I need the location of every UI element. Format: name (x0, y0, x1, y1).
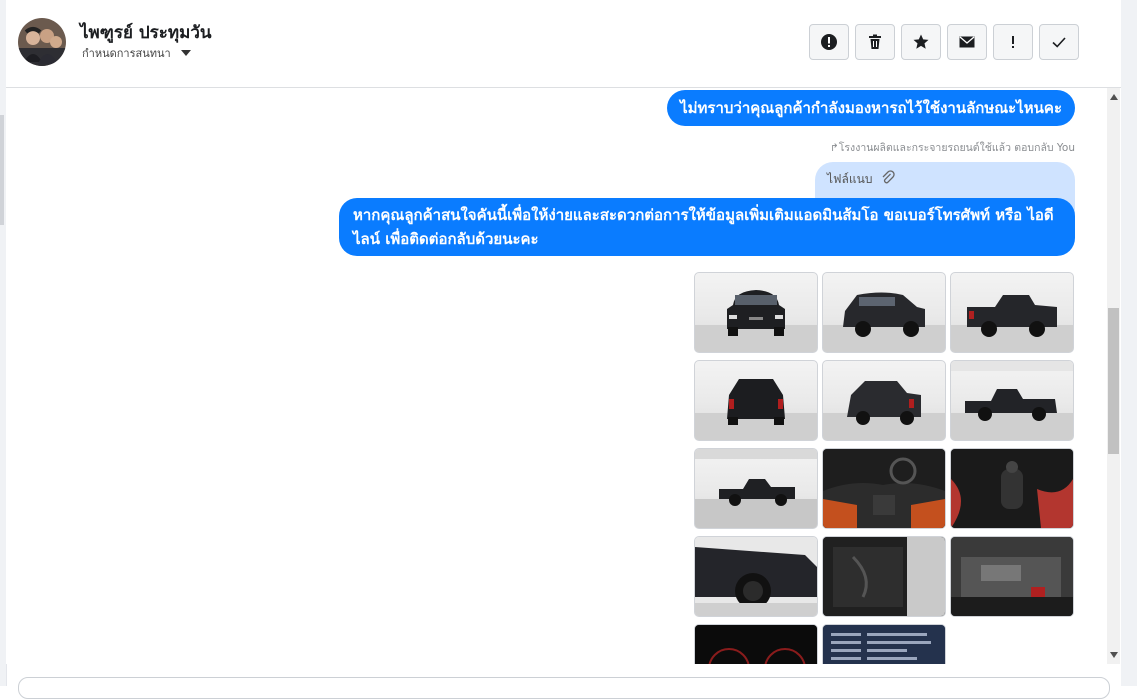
photo-thumbnail[interactable] (694, 624, 818, 664)
message-thread[interactable]: ไม่ทราบว่าคุณลูกค้ากำลังมองหารถไว้ใช้งาน… (6, 88, 1105, 664)
photo-thumbnail[interactable] (694, 536, 818, 617)
photo-thumbnail[interactable] (822, 272, 946, 353)
photo-thumbnail[interactable] (950, 360, 1074, 441)
scroll-down-icon[interactable] (1110, 652, 1118, 658)
message-composer[interactable] (18, 677, 1110, 699)
left-scroll-mark (0, 115, 4, 225)
photo-thumbnail[interactable] (950, 272, 1074, 353)
conversation-header: ไพฑูรย์ ประทุมวัน กำหนดการสนทนา (6, 0, 1121, 88)
exclamation-icon (1012, 36, 1014, 48)
scrollbar-thumb[interactable] (1108, 308, 1119, 454)
attachment-label: ไฟล์แนบ (827, 172, 873, 186)
photo-thumbnail[interactable] (822, 360, 946, 441)
contact-name: ไพฑูรย์ ประทุมวัน (80, 23, 212, 43)
paperclip-icon (882, 170, 896, 184)
thread-scrollbar[interactable] (1107, 88, 1120, 664)
message-bubble[interactable]: หากคุณลูกค้าสนใจคันนี้เพื่อให้ง่ายและสะด… (339, 198, 1075, 256)
avatar[interactable] (18, 18, 66, 66)
photo-thumbnail[interactable] (694, 448, 818, 529)
conversation-setting-dropdown[interactable]: กำหนดการสนทนา (82, 44, 191, 62)
message-bubble[interactable]: ไม่ทราบว่าคุณลูกค้ากำลังมองหารถไว้ใช้งาน… (667, 90, 1075, 126)
mark-done-button[interactable] (1039, 24, 1079, 60)
important-button[interactable] (993, 24, 1033, 60)
mark-unread-button[interactable] (947, 24, 987, 60)
caret-down-icon (180, 50, 191, 56)
envelope-icon (959, 36, 975, 48)
photo-thumbnail[interactable] (694, 272, 818, 353)
spam-button[interactable] (809, 24, 849, 60)
star-icon (913, 34, 929, 49)
photo-thumbnail[interactable] (822, 536, 946, 617)
check-icon (1052, 37, 1066, 48)
photo-thumbnail[interactable] (822, 448, 946, 529)
photo-thumbnail[interactable] (950, 536, 1074, 617)
reply-note: ↱โรงงานผลิตและกระจายรถยนต์ใช้แล้ว ตอบกลั… (830, 139, 1075, 156)
trash-icon (869, 34, 881, 49)
conversation-toolbar (809, 24, 1079, 60)
alert-circle-icon (821, 34, 837, 50)
conversation-setting-label: กำหนดการสนทนา (82, 47, 171, 60)
photo-thumbnail[interactable] (694, 360, 818, 441)
star-button[interactable] (901, 24, 941, 60)
reply-note-text: โรงงานผลิตและกระจายรถยนต์ใช้แล้ว ตอบกลับ… (838, 142, 1075, 154)
scroll-up-icon[interactable] (1110, 94, 1118, 100)
photo-thumbnail[interactable] (822, 624, 946, 664)
reply-arrow-icon: ↱ (829, 142, 839, 154)
delete-button[interactable] (855, 24, 895, 60)
photo-grid (694, 272, 1074, 664)
photo-thumbnail[interactable] (950, 448, 1074, 529)
right-edge-panel (1121, 0, 1137, 686)
